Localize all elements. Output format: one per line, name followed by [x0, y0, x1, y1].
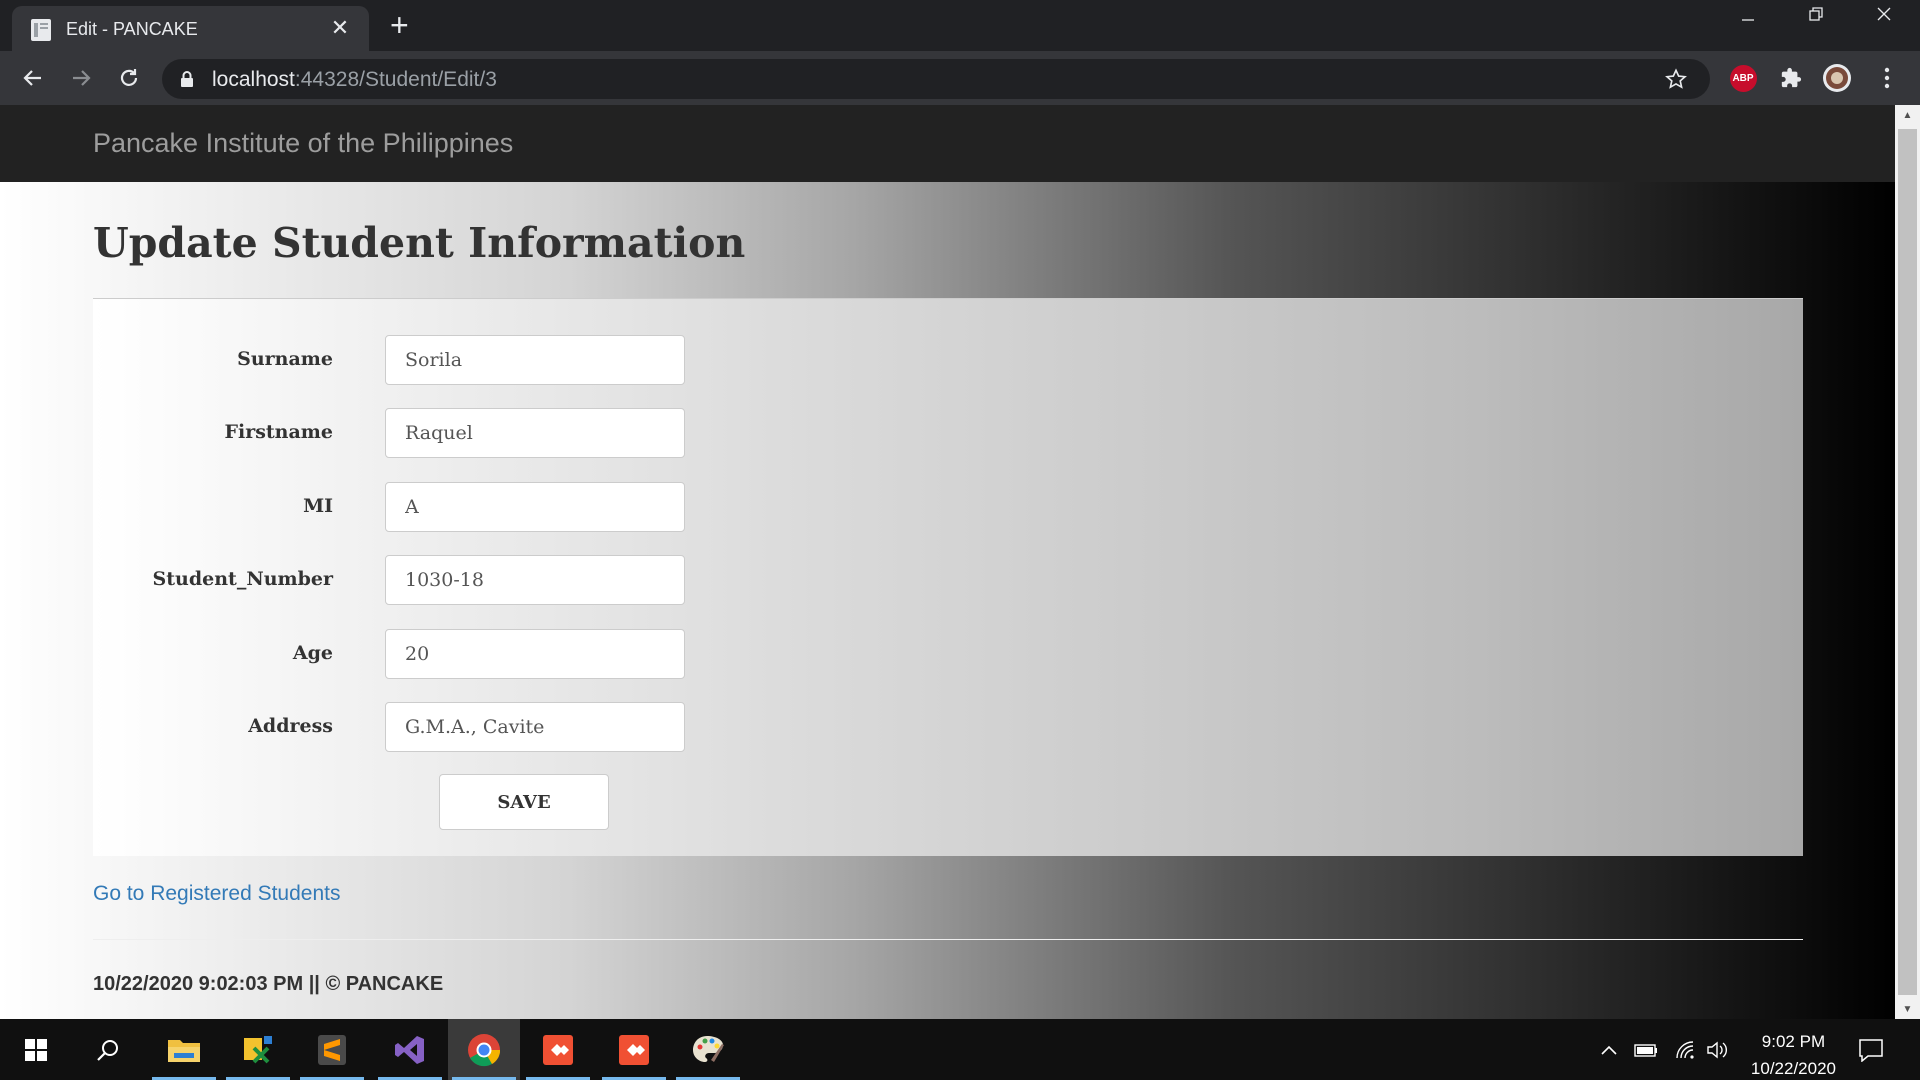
restore-button[interactable]	[1786, 6, 1846, 40]
reload-icon	[120, 69, 138, 86]
tab-close-icon[interactable]: ✕	[327, 15, 353, 41]
back-button[interactable]	[16, 61, 50, 95]
firstname-label: Firstname	[224, 421, 333, 443]
folder-icon	[168, 1039, 200, 1062]
address-bar[interactable]: localhost:44328/Student/Edit/3	[162, 59, 1710, 99]
clock-date: 10/22/2020	[1750, 1059, 1836, 1078]
git-client-icon	[543, 1034, 573, 1065]
restore-icon	[1809, 7, 1823, 21]
form-row-firstname: Firstname	[93, 408, 793, 458]
volume-icon[interactable]	[1704, 1037, 1730, 1063]
page-title: Update Student Information	[93, 219, 746, 267]
mi-input[interactable]	[385, 482, 685, 532]
git-client-icon	[619, 1034, 649, 1065]
close-window-button[interactable]	[1854, 6, 1914, 40]
browser-tab[interactable]: Edit - PANCAKE ✕	[12, 6, 369, 51]
tab-title: Edit - PANCAKE	[66, 19, 198, 39]
browser-tabbar: Edit - PANCAKE ✕ +	[0, 0, 1920, 51]
windows-logo-icon	[25, 1038, 47, 1061]
form-row-student-number: Student_Number	[93, 555, 793, 605]
registered-students-link[interactable]: Go to Registered Students	[93, 882, 340, 906]
show-hidden-icons-chevron-icon[interactable]	[1596, 1037, 1622, 1063]
page-viewport: Pancake Institute of the Philippines Upd…	[0, 105, 1895, 1019]
sublime-text-icon	[318, 1034, 346, 1065]
new-tab-button[interactable]: +	[390, 9, 409, 41]
excel-taskbar-button[interactable]	[222, 1019, 294, 1080]
browser-toolbar: localhost:44328/Student/Edit/3 ABP	[0, 51, 1920, 105]
forward-button[interactable]	[64, 61, 98, 95]
save-button[interactable]: SAVE	[439, 774, 609, 830]
battery-icon[interactable]	[1632, 1037, 1658, 1063]
puzzle-icon	[1781, 67, 1802, 88]
form-row-mi: MI	[93, 482, 793, 532]
chrome-icon	[468, 1033, 501, 1066]
spreadsheet-app-icon	[244, 1035, 272, 1063]
form-row-address: Address	[93, 702, 793, 752]
lock-icon	[181, 71, 193, 87]
student-number-input[interactable]	[385, 555, 685, 605]
site-brand-link[interactable]: Pancake Institute of the Philippines	[93, 128, 513, 159]
student-number-label: Student_Number	[152, 568, 333, 590]
scroll-up-arrow-icon[interactable]: ▲	[1895, 105, 1920, 125]
address-label: Address	[248, 715, 333, 737]
age-label: Age	[292, 642, 333, 664]
paint-app-taskbar-button[interactable]	[672, 1019, 744, 1080]
search-button[interactable]	[72, 1019, 144, 1080]
student-edit-form: Surname Firstname MI Student_Number Age …	[93, 298, 1803, 856]
visual-studio-icon	[395, 1035, 424, 1064]
git-app-taskbar-button-1[interactable]	[522, 1019, 594, 1080]
start-button[interactable]	[0, 1019, 72, 1080]
scroll-down-arrow-icon[interactable]: ▼	[1895, 999, 1920, 1019]
more-vert-icon	[1884, 67, 1890, 89]
firstname-input[interactable]	[385, 408, 685, 458]
surname-input[interactable]	[385, 335, 685, 385]
vertical-scrollbar[interactable]: ▲ ▼	[1895, 105, 1920, 1019]
reload-button[interactable]	[112, 61, 146, 95]
adblock-extension-button[interactable]: ABP	[1728, 63, 1758, 93]
bookmark-star-icon[interactable]	[1662, 65, 1690, 93]
arrow-right-icon	[73, 70, 91, 86]
notification-center-icon[interactable]	[1858, 1037, 1884, 1063]
git-app-taskbar-button-2[interactable]	[598, 1019, 670, 1080]
page-footer: 10/22/2020 9:02:03 PM || © PANCAKE	[93, 973, 444, 995]
clock-time: 9:02 PM	[1761, 1032, 1826, 1051]
url-text: localhost:44328/Student/Edit/3	[212, 68, 497, 92]
arrow-left-icon	[23, 70, 41, 86]
footer-divider	[93, 939, 1803, 940]
search-icon	[97, 1039, 118, 1061]
form-row-surname: Surname	[93, 335, 793, 385]
chrome-taskbar-button[interactable]	[448, 1019, 520, 1080]
site-navbar: Pancake Institute of the Philippines	[0, 105, 1895, 182]
avatar-icon	[1823, 64, 1851, 92]
form-row-age: Age	[93, 629, 793, 679]
age-input[interactable]	[385, 629, 685, 679]
adblock-icon: ABP	[1729, 64, 1757, 92]
visual-studio-taskbar-button[interactable]	[374, 1019, 446, 1080]
clock[interactable]: 9:02 PM 10/22/2020	[1751, 1028, 1836, 1080]
surname-label: Surname	[237, 348, 333, 370]
windows-taskbar: 9:02 PM 10/22/2020	[0, 1019, 1920, 1080]
sublime-text-taskbar-button[interactable]	[296, 1019, 368, 1080]
url-host: localhost	[212, 68, 295, 91]
browser-menu-button[interactable]	[1872, 63, 1902, 93]
extensions-button[interactable]	[1776, 63, 1806, 93]
minimize-button[interactable]	[1718, 6, 1778, 40]
paint-palette-icon	[693, 1035, 724, 1062]
close-icon	[1877, 7, 1891, 21]
page-icon	[31, 19, 51, 41]
wifi-icon[interactable]	[1672, 1037, 1698, 1063]
address-input[interactable]	[385, 702, 685, 752]
url-path: :44328/Student/Edit/3	[294, 68, 497, 91]
minimize-icon	[1742, 19, 1754, 21]
mi-label: MI	[303, 495, 333, 517]
file-explorer-taskbar-button[interactable]	[148, 1019, 220, 1080]
profile-avatar[interactable]	[1822, 63, 1852, 93]
scrollbar-thumb[interactable]	[1898, 129, 1917, 995]
